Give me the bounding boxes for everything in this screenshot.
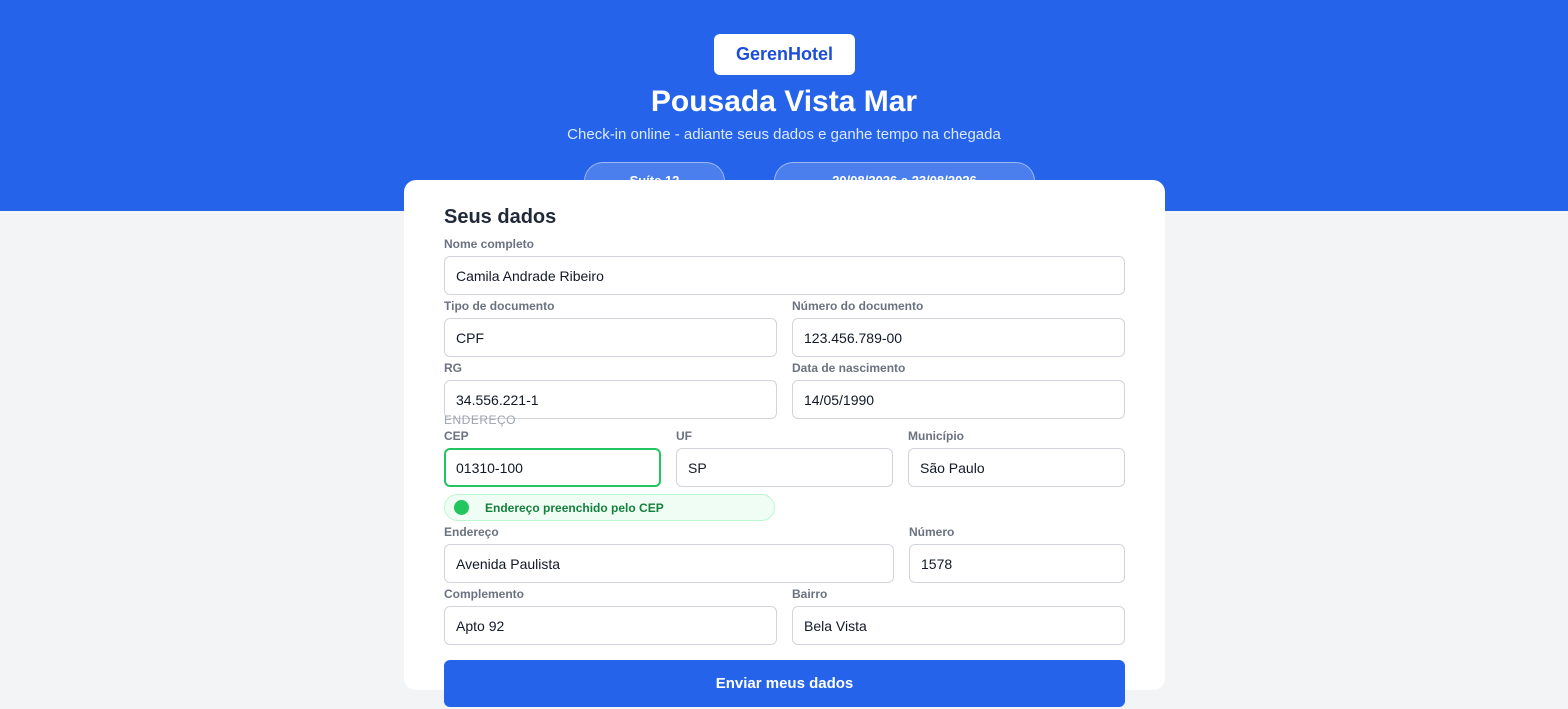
uf-input[interactable] — [676, 448, 893, 487]
bairro-input[interactable] — [792, 606, 1125, 645]
cep-success-notice: Endereço preenchido pelo CEP — [444, 494, 775, 521]
address-section-heading: ENDEREÇO — [444, 413, 517, 427]
brand-logo: GerenHotel — [714, 34, 855, 75]
nome-label: Nome completo — [444, 237, 535, 251]
nascimento-input[interactable] — [792, 380, 1125, 419]
nascimento-label: Data de nascimento — [792, 361, 906, 375]
numero-documento-input[interactable] — [792, 318, 1125, 357]
numero-input[interactable] — [909, 544, 1125, 583]
numero-label: Número — [909, 525, 955, 539]
tipo-documento-label: Tipo de documento — [444, 299, 555, 313]
endereco-label: Endereço — [444, 525, 499, 539]
endereco-input[interactable] — [444, 544, 894, 583]
nome-input[interactable] — [444, 256, 1125, 295]
form-title: Seus dados — [444, 206, 557, 228]
numero-documento-label: Número do documento — [792, 299, 924, 313]
bairro-label: Bairro — [792, 587, 828, 601]
municipio-input[interactable] — [908, 448, 1125, 487]
success-dot-icon — [454, 500, 469, 515]
cep-notice-text: Endereço preenchido pelo CEP — [485, 500, 664, 515]
submit-button[interactable]: Enviar meus dados — [444, 660, 1125, 707]
cep-label: CEP — [444, 429, 469, 443]
complemento-input[interactable] — [444, 606, 777, 645]
complemento-label: Complemento — [444, 587, 525, 601]
rg-label: RG — [444, 361, 462, 375]
tipo-documento-select[interactable] — [444, 318, 777, 357]
hotel-name: Pousada Vista Mar — [650, 85, 918, 118]
cep-input[interactable] — [444, 448, 661, 487]
hero-subtitle: Check-in online - adiante seus dados e g… — [567, 126, 1001, 143]
municipio-label: Município — [908, 429, 964, 443]
uf-label: UF — [676, 429, 692, 443]
